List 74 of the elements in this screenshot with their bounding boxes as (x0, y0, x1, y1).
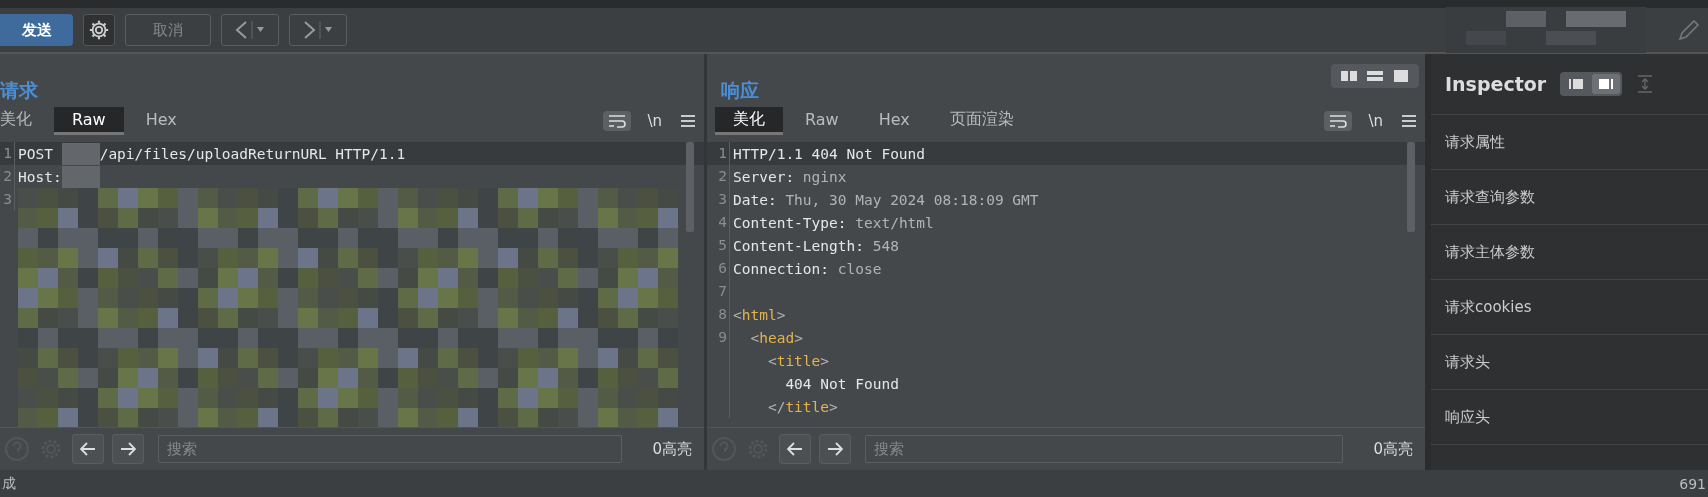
next-button[interactable] (819, 434, 851, 464)
menu-icon[interactable] (680, 114, 696, 128)
highlight-count: 0高亮 (652, 439, 692, 459)
previous-button[interactable] (779, 434, 811, 464)
line-number: 1 (707, 142, 730, 165)
code-line: Content-Length: 548 (732, 237, 899, 254)
newline-toggle[interactable]: \n (647, 112, 662, 130)
tab[interactable]: Raw (787, 107, 857, 135)
settings-icon[interactable] (83, 14, 115, 46)
previous-button[interactable] (72, 434, 104, 464)
code-line: <title> (766, 352, 830, 369)
tab[interactable]: Hex (860, 107, 928, 135)
line-number: 9 (707, 326, 730, 349)
inspector-section[interactable]: 请求属性 (1431, 115, 1708, 170)
word-wrap-icon[interactable] (1324, 111, 1353, 131)
line-number: 3 (0, 188, 15, 211)
scrollbar[interactable] (1407, 142, 1415, 232)
left-arrow-icon[interactable] (80, 442, 96, 456)
tab[interactable]: 页面渲染 (931, 107, 1032, 135)
send-button[interactable]: 发送 (0, 14, 73, 46)
layout-button[interactable] (1592, 74, 1621, 94)
inspector-section[interactable]: 请求主体参数 (1431, 225, 1708, 280)
line-number: 3 (707, 188, 730, 211)
code-line: HTTP/1.1 404 Not Found (732, 145, 926, 162)
left-arrow-icon[interactable] (787, 442, 803, 456)
line-number: 1 (0, 142, 15, 165)
sidebar-left-icon[interactable] (1567, 77, 1586, 91)
right-arrow-icon[interactable] (120, 442, 136, 456)
split-columns-icon[interactable] (1339, 68, 1359, 84)
code-line: Server: nginx (732, 168, 847, 185)
pane-title: 请求 (0, 78, 38, 103)
scrollbar[interactable] (686, 142, 694, 232)
word-wrap-icon[interactable] (603, 111, 632, 131)
newline-toggle[interactable]: \n (1368, 112, 1383, 130)
code-line: Date: Thu, 30 May 2024 08:18:09 GMT (732, 191, 1039, 208)
status-text: 成 (2, 474, 16, 493)
tab[interactable]: Raw (54, 107, 124, 135)
line-number: 7 (707, 280, 730, 303)
tab[interactable]: Hex (127, 107, 195, 135)
inspector-section[interactable]: 响应头 (1431, 390, 1708, 445)
code-line: Content-Type: text/html (732, 214, 934, 231)
inspector-section[interactable]: 请求头 (1431, 335, 1708, 390)
inspector-section[interactable]: 请求查询参数 (1431, 170, 1708, 225)
menu-icon[interactable] (1401, 114, 1417, 128)
single-pane-icon[interactable] (1391, 68, 1411, 84)
line-number: 2 (0, 165, 15, 188)
inspector-section[interactable]: 请求cookies (1431, 280, 1708, 335)
right-arrow-icon[interactable] (827, 442, 843, 456)
tab[interactable]: 美化 (0, 107, 50, 135)
tab[interactable]: 美化 (715, 107, 783, 135)
forward-dropdown-button[interactable] (289, 14, 347, 46)
code-line: Host: (15, 165, 100, 188)
search-field[interactable]: 搜索 (158, 435, 623, 463)
code-line: POST /api/files/uploadReturnURL HTTP/1.1 (15, 142, 406, 165)
sidebar-right-icon[interactable] (1597, 77, 1616, 91)
layout-toggle[interactable] (1331, 64, 1419, 88)
next-button[interactable] (112, 434, 144, 464)
character-count: 691 (1679, 475, 1706, 492)
line-number: 2 (707, 165, 730, 188)
split-rows-icon[interactable] (1365, 68, 1385, 84)
search-field[interactable]: 搜索 (865, 435, 1344, 463)
line-number: 8 (707, 303, 730, 326)
code-line: Connection: close (732, 260, 882, 277)
inspector-title: Inspector (1445, 73, 1547, 95)
code-line: <head> (749, 329, 803, 346)
line-number: 5 (707, 234, 730, 257)
highlight-count: 0高亮 (1373, 439, 1413, 459)
code-line: 404 Not Found (784, 375, 899, 392)
line-number: 6 (707, 257, 730, 280)
code-line: </title> (766, 398, 838, 415)
back-dropdown-button[interactable] (221, 14, 279, 46)
pane-title: 响应 (721, 78, 759, 103)
line-number: 4 (707, 211, 730, 234)
code-line: <html> (732, 306, 786, 323)
